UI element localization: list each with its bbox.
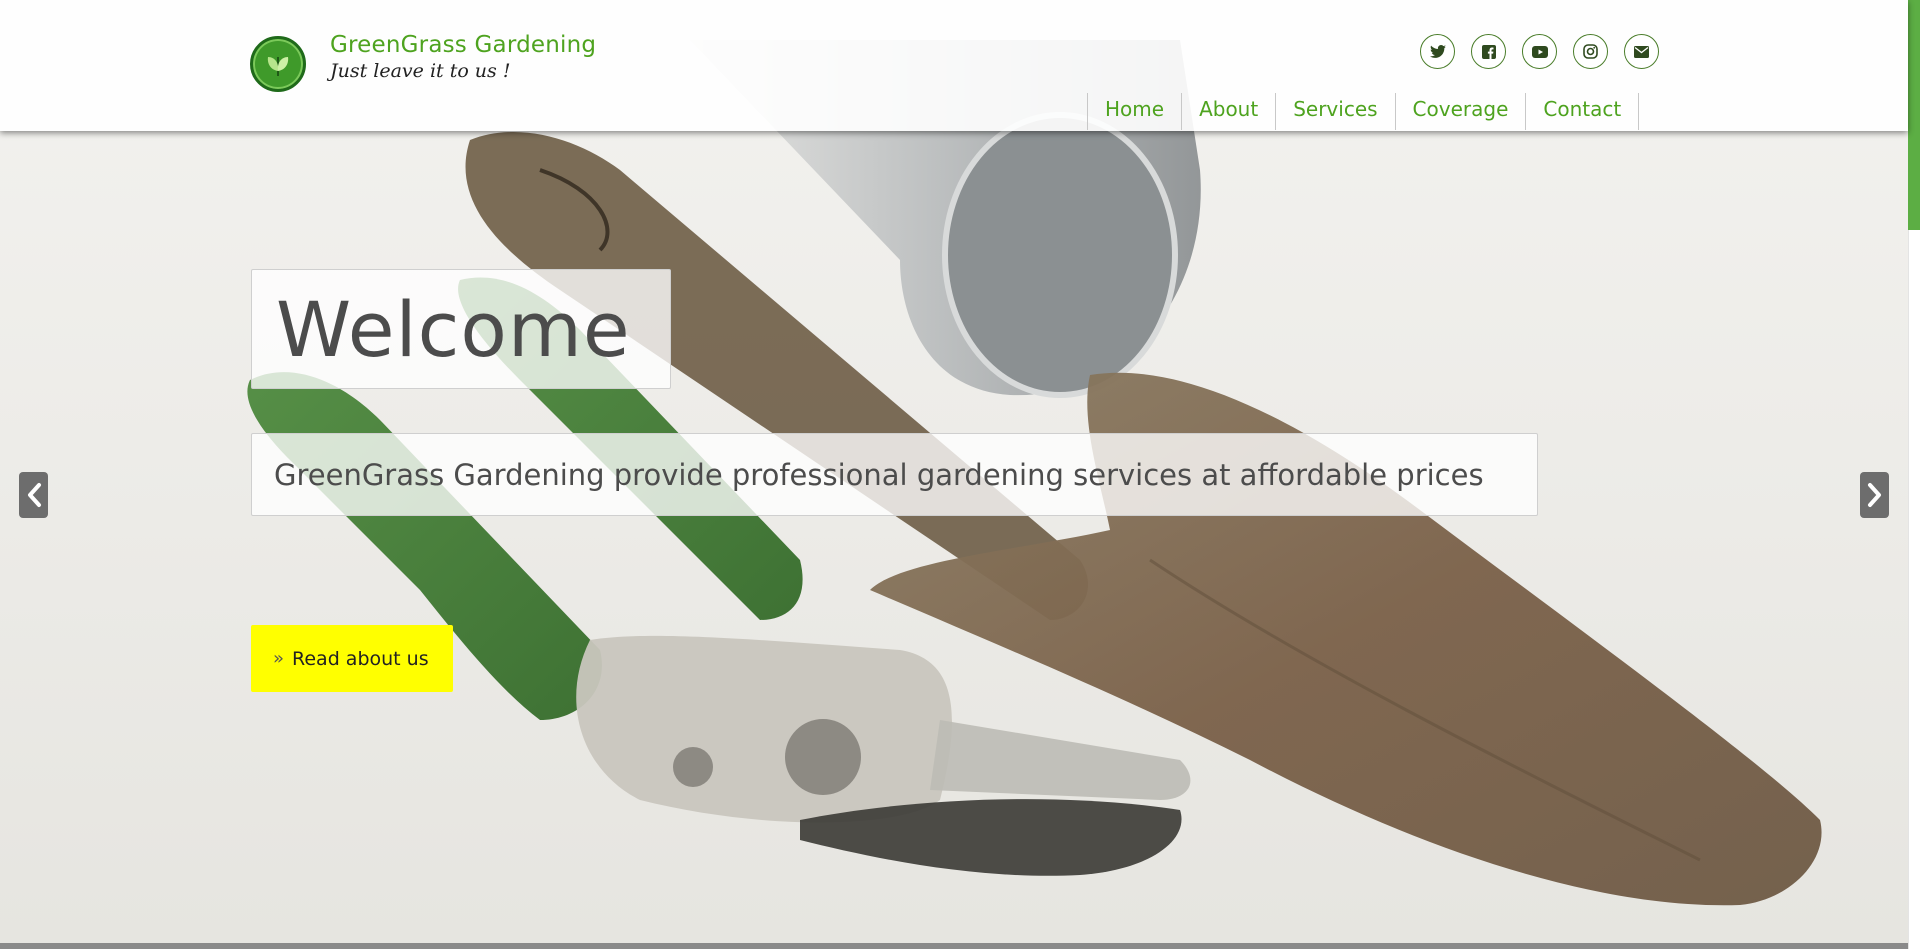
carousel-next-button[interactable] — [1860, 472, 1889, 518]
nav-item-about[interactable]: About — [1181, 93, 1275, 130]
brand: GreenGrass Gardening Just leave it to us… — [330, 32, 596, 82]
hero-heading: Welcome — [276, 284, 631, 374]
instagram-icon[interactable] — [1573, 34, 1608, 69]
read-about-us-button[interactable]: » Read about us — [251, 625, 453, 692]
nav-item-contact[interactable]: Contact — [1525, 93, 1640, 130]
chevron-left-icon — [27, 483, 41, 507]
nav-item-services[interactable]: Services — [1275, 93, 1394, 130]
site-title[interactable]: GreenGrass Gardening — [330, 32, 596, 58]
scrollbar-thumb[interactable] — [1908, 0, 1920, 230]
main-nav: Home About Services Coverage Contact — [1087, 93, 1640, 130]
chevron-right-icon — [1867, 483, 1881, 507]
nav-item-coverage[interactable]: Coverage — [1394, 93, 1526, 130]
twitter-icon[interactable] — [1420, 34, 1455, 69]
double-chevron-right-icon: » — [273, 648, 285, 669]
hero-heading-box: Welcome — [251, 269, 671, 389]
carousel-prev-button[interactable] — [19, 472, 48, 518]
site-header: GreenGrass Gardening Just leave it to us… — [0, 0, 1908, 131]
social-links — [1420, 34, 1659, 69]
email-icon[interactable] — [1624, 34, 1659, 69]
facebook-icon[interactable] — [1471, 34, 1506, 69]
youtube-icon[interactable] — [1522, 34, 1557, 69]
cta-label: Read about us — [292, 647, 429, 670]
leaf-logo-icon[interactable] — [250, 36, 306, 92]
hero-subheading: GreenGrass Gardening provide professiona… — [274, 457, 1484, 492]
site-tagline: Just leave it to us ! — [330, 60, 511, 82]
page-bottom-edge — [0, 943, 1908, 949]
nav-item-home[interactable]: Home — [1087, 93, 1181, 130]
hero-subheading-box: GreenGrass Gardening provide professiona… — [251, 433, 1538, 516]
